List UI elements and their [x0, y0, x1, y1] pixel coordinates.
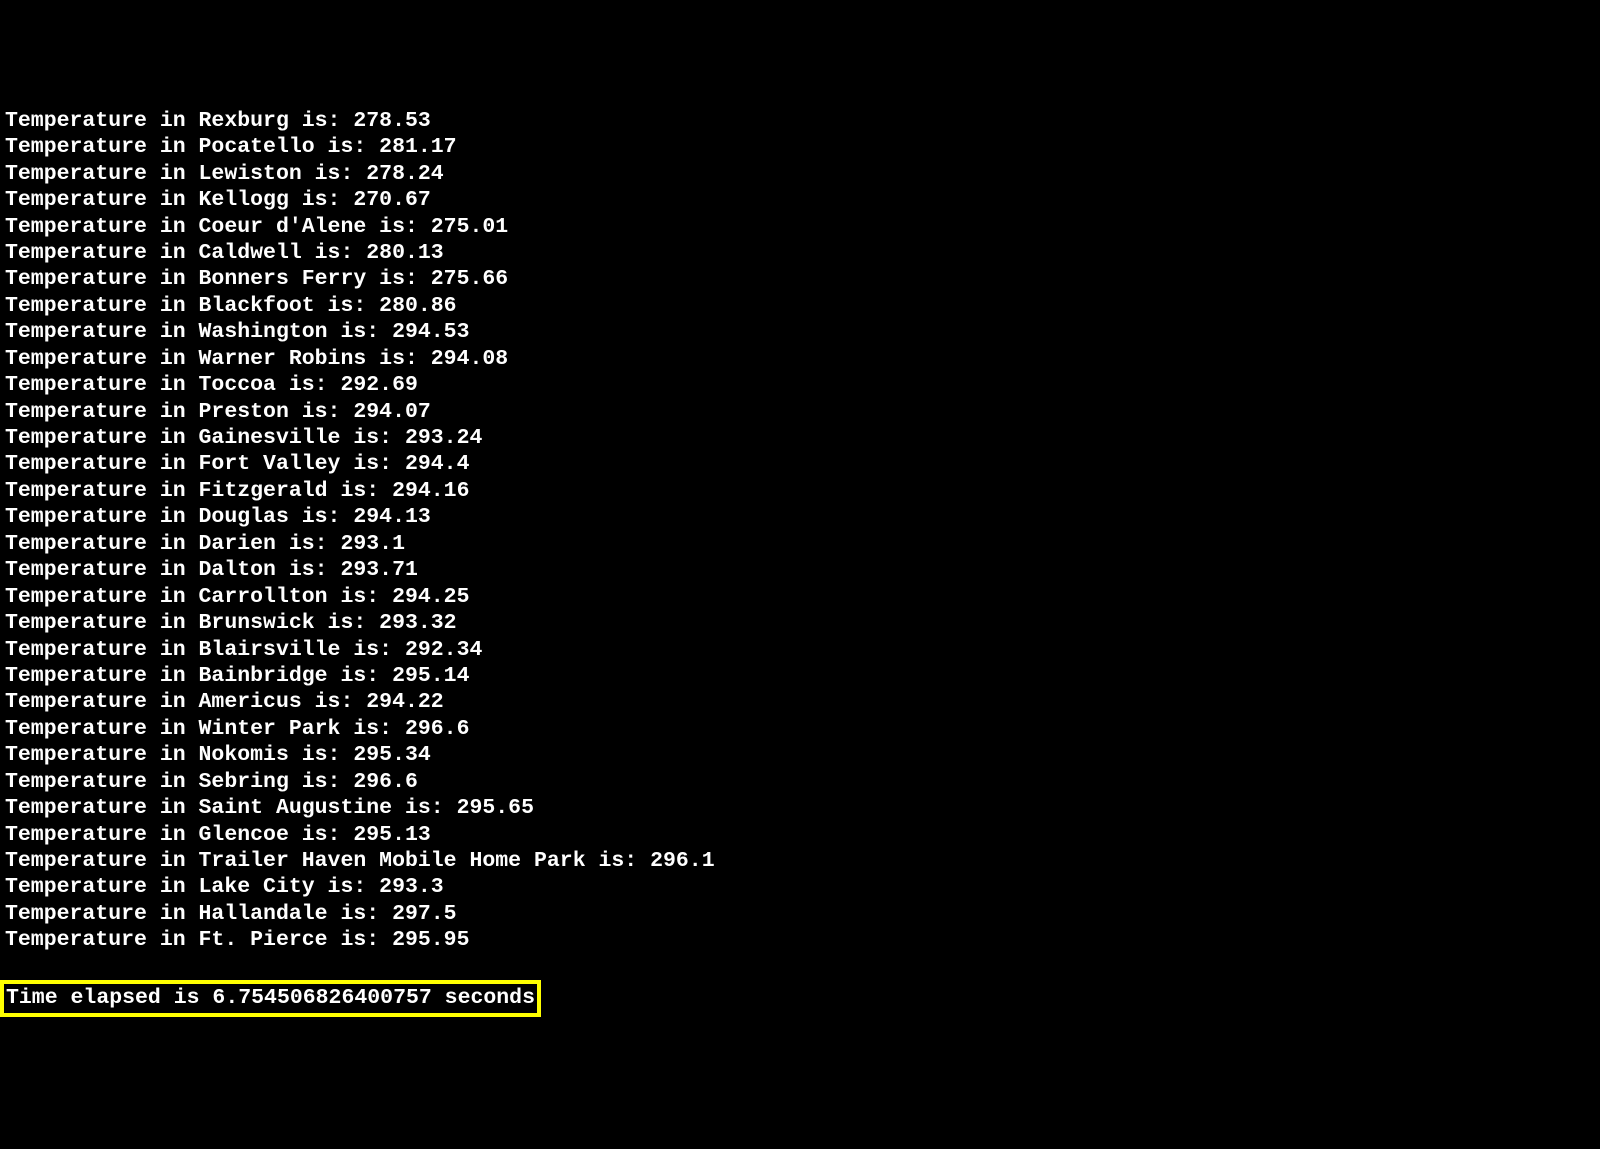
- temperature-line: Temperature in Warner Robins is: 294.08: [5, 346, 1595, 372]
- time-elapsed-line: Time elapsed is 6.754506826400757 second…: [0, 980, 541, 1016]
- temperature-line: Temperature in Douglas is: 294.13: [5, 504, 1595, 530]
- temperature-line: Temperature in Coeur d'Alene is: 275.01: [5, 214, 1595, 240]
- temperature-line: Temperature in Gainesville is: 293.24: [5, 425, 1595, 451]
- temperature-line: Temperature in Sebring is: 296.6: [5, 769, 1595, 795]
- temperature-line: Temperature in Pocatello is: 281.17: [5, 134, 1595, 160]
- temperature-line: Temperature in Americus is: 294.22: [5, 689, 1595, 715]
- temperature-line: Temperature in Hallandale is: 297.5: [5, 901, 1595, 927]
- temperature-line: Temperature in Kellogg is: 270.67: [5, 187, 1595, 213]
- temperature-line: Temperature in Fitzgerald is: 294.16: [5, 478, 1595, 504]
- temperature-line: Temperature in Dalton is: 293.71: [5, 557, 1595, 583]
- temperature-line: Temperature in Darien is: 293.1: [5, 531, 1595, 557]
- temperature-line: Temperature in Rexburg is: 278.53: [5, 108, 1595, 134]
- temperature-line: Temperature in Winter Park is: 296.6: [5, 716, 1595, 742]
- temperature-line: Temperature in Toccoa is: 292.69: [5, 372, 1595, 398]
- temperature-line: Temperature in Bonners Ferry is: 275.66: [5, 266, 1595, 292]
- blank-line: [5, 954, 1595, 981]
- temperature-line: Temperature in Lake City is: 293.3: [5, 874, 1595, 900]
- temperature-line: Temperature in Saint Augustine is: 295.6…: [5, 795, 1595, 821]
- terminal-output: Temperature in Rexburg is: 278.53Tempera…: [5, 108, 1595, 1017]
- temperature-line: Temperature in Bainbridge is: 295.14: [5, 663, 1595, 689]
- temperature-line: Temperature in Glencoe is: 295.13: [5, 822, 1595, 848]
- temperature-line: Temperature in Blairsville is: 292.34: [5, 637, 1595, 663]
- temperature-line: Temperature in Caldwell is: 280.13: [5, 240, 1595, 266]
- temperature-line: Temperature in Blackfoot is: 280.86: [5, 293, 1595, 319]
- temperature-line: Temperature in Nokomis is: 295.34: [5, 742, 1595, 768]
- temperature-line: Temperature in Ft. Pierce is: 295.95: [5, 927, 1595, 953]
- temperature-line: Temperature in Brunswick is: 293.32: [5, 610, 1595, 636]
- temperature-line: Temperature in Fort Valley is: 294.4: [5, 451, 1595, 477]
- temperature-line: Temperature in Trailer Haven Mobile Home…: [5, 848, 1595, 874]
- temperature-line: Temperature in Carrollton is: 294.25: [5, 584, 1595, 610]
- temperature-line: Temperature in Preston is: 294.07: [5, 399, 1595, 425]
- temperature-line: Temperature in Washington is: 294.53: [5, 319, 1595, 345]
- temperature-line: Temperature in Lewiston is: 278.24: [5, 161, 1595, 187]
